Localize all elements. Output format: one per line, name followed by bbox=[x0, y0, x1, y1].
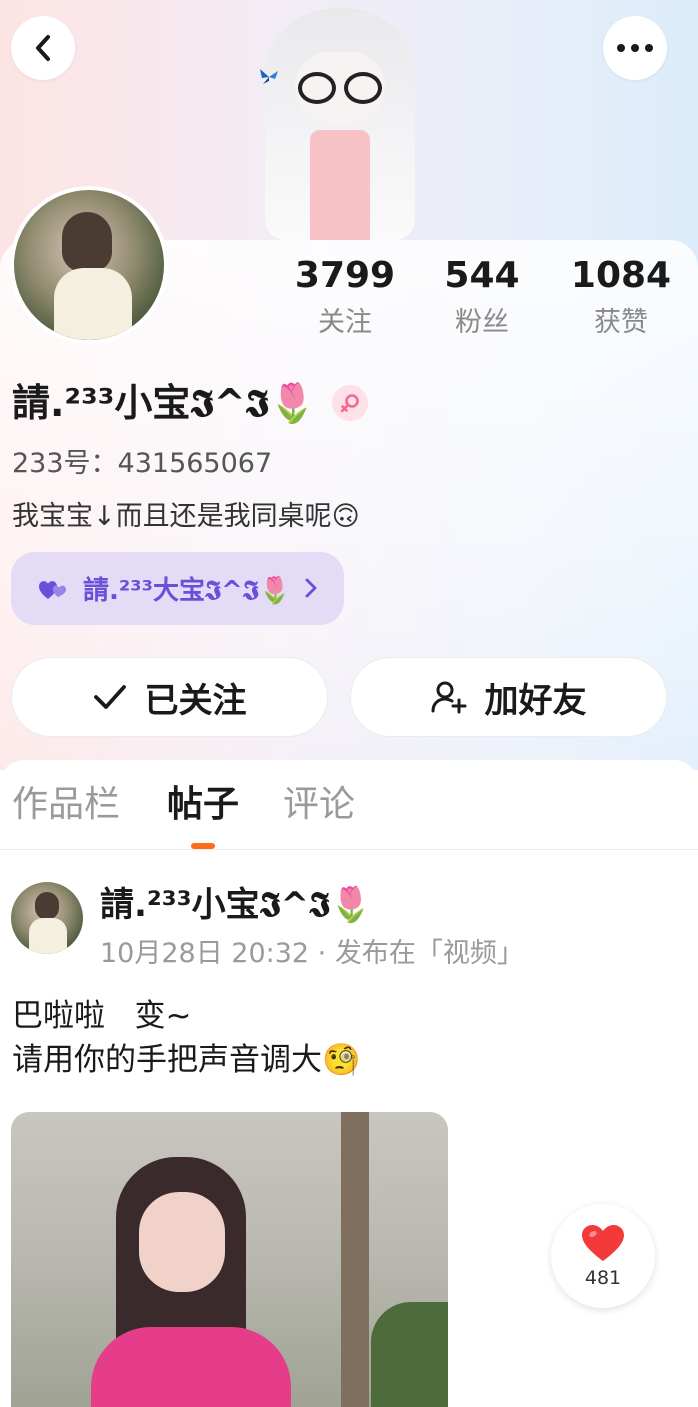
following-button[interactable]: 已关注 bbox=[11, 657, 328, 737]
butterfly-icon bbox=[260, 69, 278, 84]
like-count: 481 bbox=[584, 1267, 622, 1289]
stat-fans[interactable]: 544 粉丝 bbox=[432, 254, 532, 340]
post-author-name[interactable]: 請.²³³小宝𝕴^𝕴🌷 bbox=[100, 882, 372, 928]
profile-tabs: 作品栏 帖子 评论 bbox=[0, 760, 698, 850]
add-friend-button[interactable]: 加好友 bbox=[350, 657, 667, 737]
chevron-right-icon bbox=[305, 578, 317, 598]
female-icon bbox=[332, 385, 369, 421]
stat-following[interactable]: 3799 关注 bbox=[290, 254, 400, 340]
stat-fans-label: 粉丝 bbox=[455, 307, 509, 338]
add-user-icon bbox=[431, 681, 466, 714]
checkmark-icon bbox=[93, 685, 126, 709]
more-dots-icon bbox=[617, 44, 653, 52]
profile-avatar[interactable] bbox=[10, 186, 168, 344]
avatar-figure-illustration bbox=[240, 0, 440, 240]
following-button-label: 已关注 bbox=[144, 680, 247, 721]
like-button[interactable]: 481 bbox=[551, 1204, 655, 1308]
tab-comments[interactable]: 评论 bbox=[283, 782, 355, 828]
stat-likes-value: 1084 bbox=[570, 255, 672, 296]
back-button[interactable] bbox=[11, 16, 75, 80]
stat-likes[interactable]: 1084 获赞 bbox=[566, 254, 676, 340]
active-tab-indicator bbox=[191, 843, 215, 849]
post-meta: 10月28日 20:32 · 发布在「视频」 bbox=[100, 938, 524, 969]
stat-fans-value: 544 bbox=[444, 255, 520, 296]
post-author-avatar[interactable] bbox=[11, 882, 83, 954]
tab-works[interactable]: 作品栏 bbox=[12, 782, 120, 828]
username-text: 請.²³³小宝𝕴^𝕴🌷 bbox=[12, 381, 317, 425]
more-button[interactable] bbox=[603, 16, 667, 80]
post-body: 巴啦啦 变~ 请用你的手把声音调大🧐 bbox=[12, 994, 361, 1082]
chevron-left-icon bbox=[36, 35, 50, 61]
double-heart-icon bbox=[39, 580, 67, 599]
user-id: 233号：431565067 bbox=[12, 448, 273, 479]
post-body-line-1: 巴啦啦 变~ bbox=[12, 998, 192, 1034]
tab-posts[interactable]: 帖子 bbox=[167, 782, 239, 828]
post-video-thumbnail[interactable] bbox=[11, 1112, 448, 1407]
relation-pill-label: 請.²³³大宝𝕴^𝕴🌷 bbox=[83, 576, 292, 606]
heart-icon bbox=[582, 1225, 624, 1261]
user-bio: 我宝宝↓而且还是我同桌呢🙃 bbox=[12, 501, 360, 532]
stat-following-value: 3799 bbox=[294, 255, 396, 296]
stat-following-label: 关注 bbox=[318, 307, 372, 338]
profile-username: 請.²³³小宝𝕴^𝕴🌷 bbox=[12, 378, 369, 428]
relation-pill[interactable]: 請.²³³大宝𝕴^𝕴🌷 bbox=[11, 552, 344, 625]
stat-likes-label: 获赞 bbox=[594, 307, 648, 338]
add-friend-button-label: 加好友 bbox=[484, 680, 587, 721]
post-body-line-2: 请用你的手把声音调大🧐 bbox=[12, 1042, 361, 1078]
